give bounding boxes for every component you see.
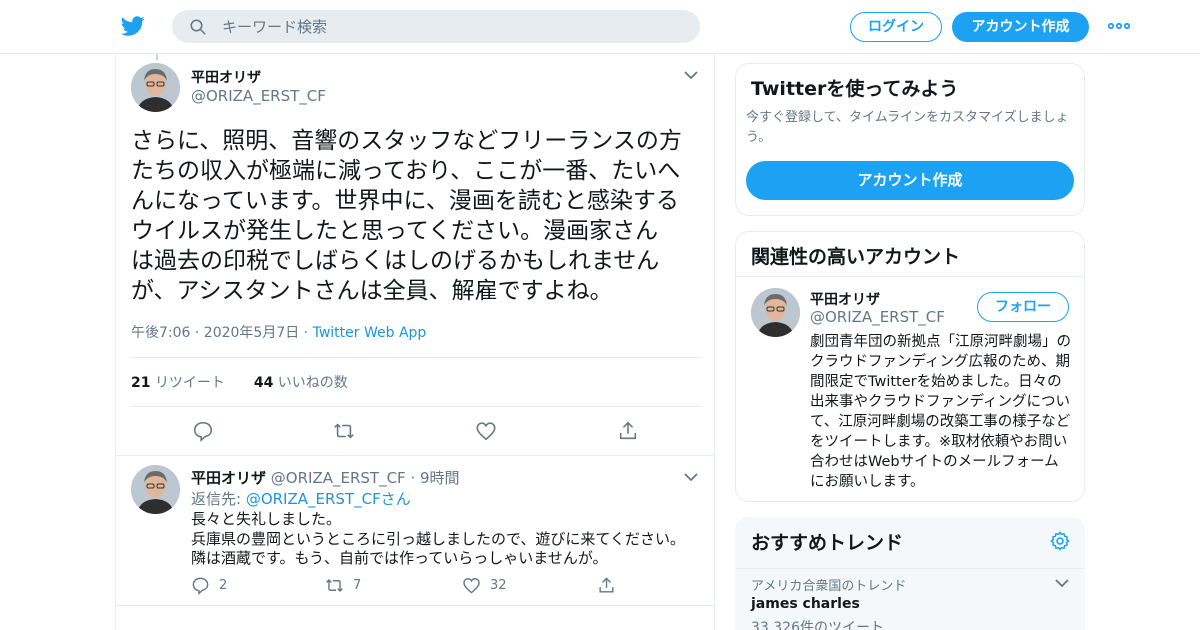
follow-button[interactable]: フォロー [977,292,1069,322]
reply-to-link[interactable]: @ORIZA_ERST_CFさん [246,490,411,508]
reply-icon [192,577,209,595]
divider [131,406,701,407]
trend-count: 33,326件のツイート [751,620,884,630]
tweet-stats: 21 リツイート 44 いいねの数 [131,372,348,392]
tweet-author-name[interactable]: 平田オリザ [191,67,261,87]
like-count: 32 [490,578,507,593]
chevron-down-icon[interactable] [684,472,698,482]
reply-count: 2 [219,578,228,593]
reply-author-name[interactable]: 平田オリザ [191,469,266,487]
chevron-down-icon[interactable] [684,70,698,80]
chevron-down-icon[interactable] [1055,578,1069,588]
reply-timestamp[interactable]: · 9時間 [410,469,459,487]
retweet-icon [326,578,343,593]
related-account-handle[interactable]: @ORIZA_ERST_CF [810,308,945,326]
trend-name[interactable]: james charles [751,596,860,612]
avatar[interactable] [131,465,180,514]
signup-button[interactable]: アカウント作成 [952,12,1089,42]
signup-card-description: 今すぐ登録して、タイムラインをカスタマイズしましょう。 [746,110,1069,145]
tweet-source-link[interactable]: Twitter Web App [313,325,427,341]
reply-text: 長々と失礼しました。 兵庫県の豊岡というところに引っ越しましたので、遊びに来てく… [191,510,685,567]
trend-location: アメリカ合衆国のトレンド [751,579,907,594]
like-stat[interactable]: 44 いいねの数 [254,375,348,391]
avatar[interactable] [751,288,800,337]
search-input[interactable] [222,10,682,43]
retweet-stat[interactable]: 21 リツイート [131,375,225,391]
search-box[interactable] [172,10,700,43]
tweet-text: さらに、照明、音響のスタッフなどフリーランスの方 たちの収入が極端に減っており、… [131,128,682,304]
divider [736,568,1084,569]
reply-icon[interactable] [192,420,214,442]
retweet-icon[interactable] [333,420,355,442]
related-account-name[interactable]: 平田オリザ [810,289,880,309]
signup-card-button[interactable]: アカウント作成 [746,161,1074,200]
divider [116,605,714,606]
signup-card-title: Twitterを使ってみよう [751,78,959,100]
user-portrait-icon [131,465,180,514]
reply-actions: 2 7 32 [191,576,691,598]
divider [116,455,714,456]
retweet-count: 7 [353,578,362,593]
avatar[interactable] [131,63,180,112]
tweet-actions [116,417,716,447]
thread-line [156,54,158,60]
divider [131,357,701,358]
tweet-author-handle[interactable]: @ORIZA_ERST_CF [191,87,326,105]
related-accounts-card: 関連性の高いアカウント 平田オリザ @ORIZA_ERST_CF フォロー 劇団… [735,231,1085,502]
user-portrait-icon [751,288,800,337]
share-icon[interactable] [617,420,639,442]
trends-card: おすすめトレンド アメリカ合衆国のトレンド james charles 33,3… [735,517,1085,630]
share-icon [599,577,614,593]
more-dots-icon[interactable] [1107,16,1131,36]
like-heart-icon [463,578,480,594]
tweet-timestamp[interactable]: 午後7:06 · 2020年5月7日 · [131,325,313,341]
gear-icon[interactable] [1049,530,1071,552]
signup-card: Twitterを使ってみよう 今すぐ登録して、タイムラインをカスタマイズしましょ… [735,63,1085,216]
related-account-bio: 劇団青年団の新拠点「江原河畔劇場」のクラウドファンディング広報のため、期間限定で… [810,334,1071,490]
reply-header: 平田オリザ @ORIZA_ERST_CF · 9時間 [191,467,460,488]
trends-card-title: おすすめトレンド [751,532,904,554]
top-bar: ログイン アカウント作成 [0,0,1200,54]
related-card-title: 関連性の高いアカウント [751,246,961,268]
reply-to: 返信先: @ORIZA_ERST_CFさん [191,490,411,508]
main-timeline: 平田オリザ @ORIZA_ERST_CF さらに、照明、音響のスタッフなどフリー… [115,54,715,630]
tweet-meta: 午後7:06 · 2020年5月7日 · Twitter Web App [131,322,426,342]
reply-author-handle[interactable]: @ORIZA_ERST_CF [271,469,406,487]
divider [736,276,1084,277]
user-portrait-icon [131,63,180,112]
search-icon [190,19,206,35]
like-heart-icon[interactable] [475,420,497,442]
login-button[interactable]: ログイン [850,12,942,42]
twitter-bird-icon[interactable] [120,14,146,38]
